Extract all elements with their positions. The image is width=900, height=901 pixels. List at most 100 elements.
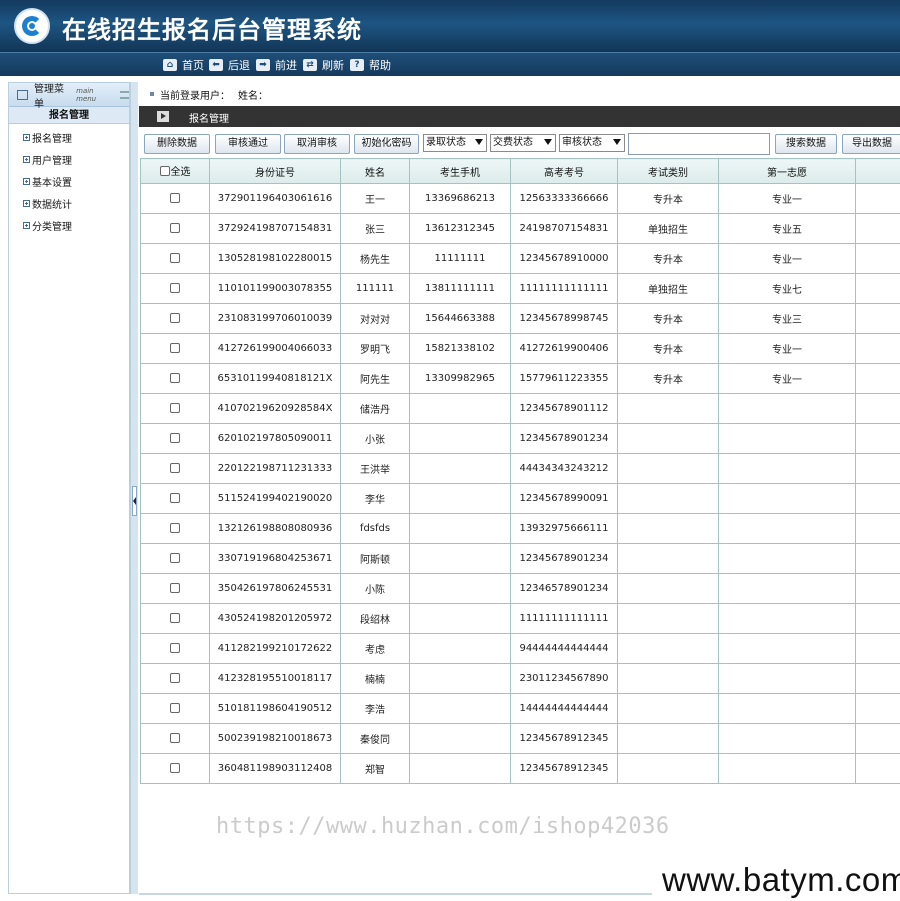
admission-status-select[interactable]: 录取状态 (423, 134, 487, 152)
table-row[interactable]: 220122198711231333 王洪举 44434343243212 (140, 453, 900, 484)
table-row[interactable]: 372924198707154831 张三 13612312345 241987071… (140, 213, 900, 244)
row-checkbox[interactable] (170, 463, 180, 473)
row-checkbox[interactable] (170, 523, 180, 533)
row-checkbox[interactable] (170, 703, 180, 713)
table-row[interactable]: 372901196403061616 王一 13369686213 125633333… (140, 183, 900, 214)
table-row[interactable]: 330719196804253671 阿斯顿 12345678901234 (140, 543, 900, 574)
cell-first-choice (718, 483, 856, 514)
row-select-cell[interactable] (140, 753, 210, 784)
row-checkbox[interactable] (170, 613, 180, 623)
row-checkbox[interactable] (170, 343, 180, 353)
table-row[interactable]: 620102197805090011 小张 12345678901234 (140, 423, 900, 454)
admission-status-value: 录取状态 (426, 137, 466, 148)
cell-exam-number: 12345678912345 (510, 723, 618, 754)
table-row[interactable]: 511524199402190020 李华 12345678990091 (140, 483, 900, 514)
table-row[interactable]: 231083199706010039 对对对 15644663388 12345678… (140, 303, 900, 334)
row-select-cell[interactable] (140, 543, 210, 574)
search-button[interactable]: 搜索数据 (775, 134, 837, 154)
cell-first-choice: 专业一 (718, 333, 856, 364)
row-select-cell[interactable] (140, 393, 210, 424)
row-select-cell[interactable] (140, 213, 210, 244)
sidebar-item-categories[interactable]: 分类管理 (9, 214, 129, 236)
sidebar-item-label: 报名管理 (32, 134, 72, 146)
row-select-cell[interactable] (140, 633, 210, 664)
app-logo-icon (14, 8, 50, 44)
row-checkbox[interactable] (170, 403, 180, 413)
reset-password-button[interactable]: 初始化密码 (354, 134, 419, 154)
approve-button[interactable]: 审核通过 (215, 134, 281, 154)
row-select-cell[interactable] (140, 183, 210, 214)
row-select-cell[interactable] (140, 723, 210, 754)
row-select-cell[interactable] (140, 363, 210, 394)
forward-arrow-icon: ➡ (256, 59, 270, 71)
sidebar-splitter[interactable] (130, 82, 138, 894)
nav-help[interactable]: ? 帮助 (350, 57, 391, 73)
table-row[interactable]: 350426197806245531 小陈 12346578901234 (140, 573, 900, 604)
fee-status-select[interactable]: 交费状态 (490, 134, 556, 152)
sidebar-item-settings[interactable]: 基本设置 (9, 171, 129, 193)
table-row[interactable]: 510181198604190512 李浩 14444444444444 (140, 693, 900, 724)
search-input[interactable] (628, 133, 770, 155)
row-checkbox[interactable] (170, 493, 180, 503)
row-select-cell[interactable] (140, 303, 210, 334)
row-checkbox[interactable] (170, 673, 180, 683)
sidebar-item-statistics[interactable]: 数据统计 (9, 192, 129, 214)
row-select-cell[interactable] (140, 693, 210, 724)
row-select-cell[interactable] (140, 663, 210, 694)
review-status-select[interactable]: 审核状态 (559, 134, 625, 152)
row-checkbox[interactable] (170, 313, 180, 323)
table-row[interactable]: 360481198903112408 郑智 12345678912345 (140, 753, 900, 784)
collapse-menu-icon[interactable] (119, 90, 129, 99)
table-row[interactable]: 412726199004066033 罗明飞 15821338102 41272619… (140, 333, 900, 364)
table-row[interactable]: 430524198201205972 段绍林 11111111111111 (140, 603, 900, 634)
column-header-id-number: 身份证号 (209, 158, 341, 184)
row-checkbox[interactable] (170, 223, 180, 233)
row-checkbox[interactable] (170, 583, 180, 593)
row-checkbox[interactable] (170, 763, 180, 773)
row-select-cell[interactable] (140, 453, 210, 484)
row-select-cell[interactable] (140, 333, 210, 364)
sidebar-item-users[interactable]: 用户管理 (9, 149, 129, 171)
cancel-approve-button[interactable]: 取消审核 (284, 134, 350, 154)
row-checkbox[interactable] (170, 433, 180, 443)
table-row[interactable]: 65310119940818121X 阿先生 13309982965 15779611… (140, 363, 900, 394)
row-select-cell[interactable] (140, 483, 210, 514)
table-row[interactable]: 41070219620928584X 储浩丹 12345678901112 (140, 393, 900, 424)
cell-id-number: 372924198707154831 (209, 213, 341, 244)
row-select-cell[interactable] (140, 573, 210, 604)
cell-exam-category (617, 513, 719, 544)
row-select-cell[interactable] (140, 423, 210, 454)
nav-home[interactable]: ⌂ 首页 (163, 57, 204, 73)
cell-exam-category (617, 603, 719, 634)
back-arrow-icon: ⬅ (209, 59, 223, 71)
nav-forward[interactable]: ➡ 前进 (256, 57, 297, 73)
row-checkbox[interactable] (170, 193, 180, 203)
table-row[interactable]: 411282199210172622 考虑 94444444444444 (140, 633, 900, 664)
sidebar-item-registration[interactable]: 报名管理 (9, 127, 129, 149)
row-select-cell[interactable] (140, 243, 210, 274)
table-row[interactable]: 130528198102280015 杨先生 11111111 12345678910… (140, 243, 900, 274)
row-select-cell[interactable] (140, 513, 210, 544)
select-all-checkbox[interactable] (159, 165, 170, 176)
table-row[interactable]: 110101199003078355 111111 13811111111 11111… (140, 273, 900, 304)
table-row[interactable]: 500239198210018673 秦俊同 12345678912345 (140, 723, 900, 754)
table-row[interactable]: 412328195510018117 楠楠 23011234567890 (140, 663, 900, 694)
row-checkbox[interactable] (170, 283, 180, 293)
table-row[interactable]: 132126198808080936 fdsfds 13932975666111 (140, 513, 900, 544)
row-checkbox[interactable] (170, 553, 180, 563)
row-select-cell[interactable] (140, 273, 210, 304)
cell-name: 李浩 (340, 693, 410, 724)
row-checkbox[interactable] (170, 643, 180, 653)
nav-refresh[interactable]: ⇄ 刷新 (303, 57, 344, 73)
nav-back[interactable]: ⬅ 后退 (209, 57, 250, 73)
row-checkbox[interactable] (170, 253, 180, 263)
cell-phone: 15821338102 (409, 333, 511, 364)
delete-button[interactable]: 删除数据 (144, 134, 210, 154)
row-select-cell[interactable] (140, 603, 210, 634)
select-all-header[interactable]: 全选 (140, 158, 210, 184)
collapse-sidebar-icon[interactable] (132, 486, 137, 516)
row-checkbox[interactable] (170, 373, 180, 383)
export-button[interactable]: 导出数据 (842, 134, 900, 154)
row-checkbox[interactable] (170, 733, 180, 743)
cell-exam-category (617, 543, 719, 574)
